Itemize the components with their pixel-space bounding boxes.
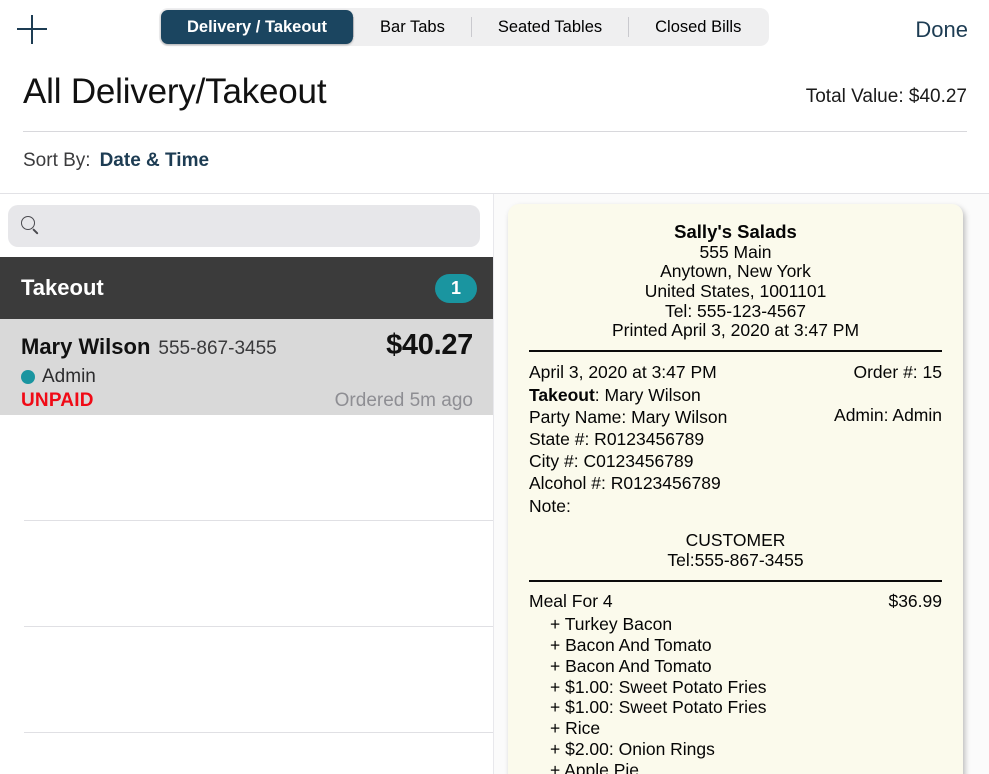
total-value-label: Total Value: $40.27: [805, 86, 967, 107]
receipt-address-line-1: 555 Main: [699, 241, 772, 262]
receipt-order-info-left: April 3, 2020 at 3:47 PM Takeout: Mary W…: [529, 362, 727, 517]
sort-by-label: Sort By:: [23, 150, 91, 171]
sort-by-value[interactable]: Date & Time: [100, 150, 209, 172]
tab-seated-tables[interactable]: Seated Tables: [472, 10, 628, 44]
search-icon: [21, 216, 40, 235]
order-employee-name: Admin: [42, 366, 96, 387]
receipt-order-type: Takeout: Mary Wilson: [529, 384, 727, 406]
group-count-badge: 1: [435, 273, 477, 303]
receipt-modifier: + $1.00: Sweet Potato Fries: [550, 676, 767, 697]
receipt-modifier: + Bacon And Tomato: [550, 655, 712, 676]
page-header: All Delivery/Takeout Total Value: $40.27: [0, 60, 989, 132]
header-divider: [23, 131, 967, 132]
tab-label: Delivery / Takeout: [187, 17, 328, 36]
receipt-store-tel: Tel: 555-123-4567: [664, 300, 807, 321]
receipt-item-name: Meal For 4: [529, 590, 613, 611]
group-title: Takeout: [21, 275, 104, 300]
order-list-item[interactable]: Mary Wilson 555-867-3455 $40.27 Admin UN…: [0, 319, 493, 415]
tab-label: Bar Tabs: [380, 17, 445, 36]
order-customer-phone: 555-867-3455: [158, 338, 277, 359]
top-toolbar: Delivery / Takeout Bar Tabs Seated Table…: [0, 0, 989, 60]
receipt-item-row: Meal For 4 $36.99: [529, 590, 942, 612]
receipt-order-info-right: Order #: 15 Admin: Admin: [834, 362, 942, 426]
receipt-customer-block: CUSTOMER Tel:555-867-3455: [529, 531, 942, 570]
receipt-store-name: Sally's Salads: [674, 221, 797, 242]
receipt-divider: [529, 579, 942, 582]
order-primary-line: Mary Wilson 555-867-3455 $40.27: [21, 329, 473, 362]
receipt-item-price: $36.99: [888, 590, 942, 611]
receipt-pane: Sally's Salads 555 Main Anytown, New Yor…: [494, 194, 989, 774]
receipt-admin: Admin: Admin: [834, 404, 942, 425]
receipt-store-block: Sally's Salads 555 Main Anytown, New Yor…: [529, 221, 942, 341]
receipt-order-type-value: : Mary Wilson: [594, 384, 701, 405]
employee-color-dot-icon: [21, 370, 35, 384]
receipt-order-number: Order #: 15: [853, 362, 942, 383]
content-split: Takeout 1 Mary Wilson 555-867-3455 $40.2…: [0, 193, 989, 774]
order-role-line: Admin: [21, 366, 473, 388]
receipt-customer-tel: Tel:555-867-3455: [667, 549, 804, 570]
sort-control: Sort By: Date & Time: [23, 150, 209, 172]
receipt-modifier: + Apple Pie: [550, 760, 640, 774]
receipt-modifier: + $2.00: Onion Rings: [550, 739, 715, 760]
order-amount: $40.27: [386, 329, 473, 361]
page-title: All Delivery/Takeout: [23, 72, 327, 111]
tab-closed-bills[interactable]: Closed Bills: [629, 10, 767, 44]
receipt-items: Meal For 4 $36.99 + Turkey Bacon + Bacon…: [529, 590, 942, 774]
receipt-city-number: City #: C0123456789: [529, 451, 694, 472]
receipt-modifier: + Bacon And Tomato: [550, 634, 712, 655]
view-segmented-control: Delivery / Takeout Bar Tabs Seated Table…: [159, 8, 770, 46]
orders-pane: Takeout 1 Mary Wilson 555-867-3455 $40.2…: [0, 194, 494, 774]
order-time-ago: Ordered 5m ago: [334, 390, 473, 411]
receipt-order-datetime: April 3, 2020 at 3:47 PM: [529, 362, 717, 383]
receipt-modifier: + Rice: [550, 718, 601, 739]
receipt-note: Note:: [529, 495, 571, 516]
tab-bar-tabs[interactable]: Bar Tabs: [354, 10, 471, 44]
group-header-takeout[interactable]: Takeout 1: [0, 257, 493, 319]
receipt-preview[interactable]: Sally's Salads 555 Main Anytown, New Yor…: [508, 204, 963, 774]
receipt-alcohol-number: Alcohol #: R0123456789: [529, 473, 721, 494]
add-order-plus-icon[interactable]: [17, 14, 47, 44]
receipt-customer-heading: CUSTOMER: [685, 530, 786, 551]
done-button[interactable]: Done: [915, 17, 968, 43]
search-container: [0, 194, 493, 257]
order-payment-status: UNPAID: [21, 390, 94, 411]
receipt-order-type-label: Takeout: [529, 384, 595, 405]
receipt-printed-at: Printed April 3, 2020 at 3:47 PM: [611, 320, 860, 341]
search-field-wrapper[interactable]: [8, 205, 480, 247]
tab-delivery-takeout[interactable]: Delivery / Takeout: [161, 10, 354, 44]
receipt-modifier: + Turkey Bacon: [550, 613, 673, 634]
receipt-order-info: April 3, 2020 at 3:47 PM Takeout: Mary W…: [529, 362, 942, 517]
order-list-empty-row: [0, 521, 493, 627]
tab-label: Seated Tables: [497, 17, 603, 36]
order-customer-name: Mary Wilson: [21, 334, 151, 359]
order-list-empty-row: [0, 627, 493, 733]
receipt-party-name: Party Name: Mary Wilson: [529, 406, 728, 427]
search-input[interactable]: [48, 216, 480, 236]
order-list-empty-row: [0, 415, 493, 521]
receipt-modifier: + $1.00: Sweet Potato Fries: [550, 697, 767, 718]
receipt-divider: [529, 349, 942, 353]
receipt-address-line-3: United States, 1001101: [644, 280, 827, 301]
tab-label: Closed Bills: [655, 17, 742, 36]
receipt-state-number: State #: R0123456789: [529, 428, 705, 449]
receipt-item-modifiers: + Turkey Bacon + Bacon And Tomato + Baco…: [529, 614, 942, 774]
receipt-address-line-2: Anytown, New York: [660, 261, 811, 282]
app-root: Delivery / Takeout Bar Tabs Seated Table…: [0, 0, 989, 774]
order-status-line: UNPAID Ordered 5m ago: [21, 390, 473, 412]
